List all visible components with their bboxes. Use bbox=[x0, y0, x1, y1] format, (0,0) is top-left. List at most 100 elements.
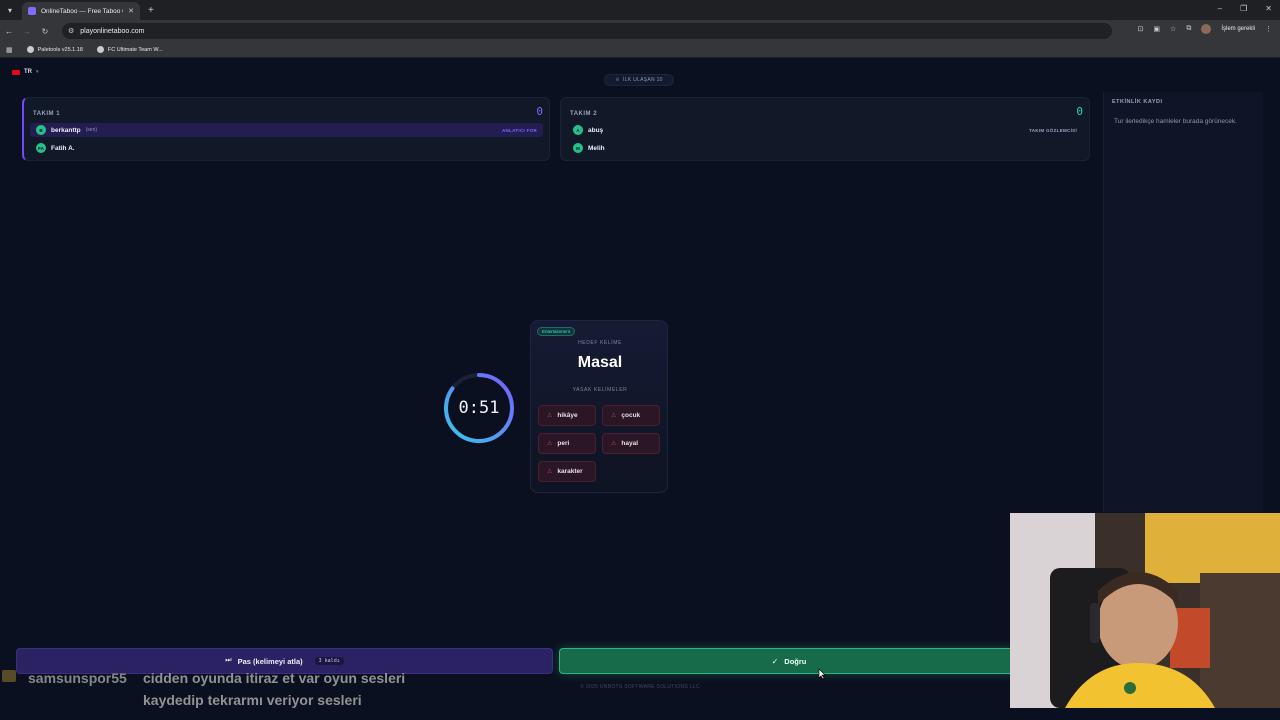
player-name: berkanttp bbox=[51, 126, 81, 134]
timer-text: 0:51 bbox=[458, 398, 500, 418]
activity-log-empty-text: Tur ilerledikçe hamleler burada görünece… bbox=[1114, 118, 1237, 125]
window-controls: – ❐ ✕ bbox=[1218, 4, 1272, 13]
extensions-icon[interactable]: ⧉ bbox=[1186, 25, 1191, 33]
site-favicon-icon bbox=[28, 7, 36, 15]
player-row: FA Fatih A. bbox=[30, 141, 543, 155]
site-info-icon[interactable]: ⚙ bbox=[68, 27, 74, 35]
forbidden-word-text: hikâye bbox=[557, 412, 578, 419]
forward-icon[interactable]: → bbox=[18, 27, 36, 36]
countdown-timer: 0:51 bbox=[440, 369, 518, 447]
activity-log-title: ETKİNLİK KAYDI bbox=[1112, 99, 1163, 105]
omnibox[interactable]: ⚙ playonlinetaboo.com bbox=[62, 23, 1112, 39]
cast-icon[interactable]: ▣ bbox=[1153, 25, 1160, 33]
trophy-icon: ♕ bbox=[615, 77, 621, 83]
pending-action-label[interactable]: İşlem gerekli bbox=[1221, 26, 1255, 32]
pass-remaining-count: 3 kaldı bbox=[314, 657, 344, 665]
activity-log-panel: ETKİNLİK KAYDI Tur ilerledikçe hamleler … bbox=[1103, 92, 1263, 512]
chat-message-line: cidden oyunda itiraz et var oyun sesleri bbox=[143, 670, 406, 686]
stream-chat-overlay: samsunspor55 cidden oyunda itiraz et var… bbox=[0, 668, 440, 720]
team-score: 0 bbox=[536, 105, 543, 118]
player-role-badge: ANLATICI FOR bbox=[501, 127, 537, 133]
new-tab-icon[interactable]: + bbox=[148, 5, 154, 16]
webcam-feed bbox=[1010, 513, 1280, 708]
warning-icon: ⚠ bbox=[547, 441, 553, 447]
webcam-overlay bbox=[1010, 513, 1280, 708]
forbidden-word: ⚠ çocuk bbox=[602, 405, 660, 426]
team-title: TAKIM 2 bbox=[570, 111, 598, 117]
tab-title: OnlineTaboo — Free Taboo Ga... bbox=[41, 7, 123, 15]
goal-label: İLK ULAŞAN 10 bbox=[623, 77, 663, 83]
back-icon[interactable]: ← bbox=[0, 27, 18, 36]
browser-tab-bar: ▾ OnlineTaboo — Free Taboo Ga... ✕ + – ❐… bbox=[0, 0, 1280, 20]
bookmark-favicon-icon bbox=[96, 46, 104, 53]
avatar: M bbox=[573, 143, 583, 153]
chat-badge-icon bbox=[2, 670, 16, 682]
player-row: B berkanttp (sen) ANLATICI FOR bbox=[30, 123, 543, 137]
language-code: TR bbox=[24, 69, 32, 75]
forbidden-word-text: hayal bbox=[621, 440, 639, 447]
forbidden-word-text: karakter bbox=[557, 468, 583, 475]
apps-grid-icon[interactable]: ▦ bbox=[6, 46, 13, 54]
player-role-badge: TAKIM GÖZLEMCİSİ bbox=[1029, 127, 1077, 133]
pass-button-label: Pas (kelimeyi atla) bbox=[237, 656, 303, 666]
bookmark-label: FC Ultimate Team W... bbox=[107, 46, 163, 53]
bookmark-paletools[interactable]: Paletools v25.1.18 bbox=[26, 46, 83, 53]
team-title: TAKIM 1 bbox=[33, 111, 61, 117]
avatar: B bbox=[36, 125, 46, 135]
restore-icon[interactable]: ❐ bbox=[1240, 4, 1247, 13]
player-name: abuş bbox=[588, 126, 604, 134]
language-selector[interactable]: TR ▾ bbox=[12, 69, 39, 75]
check-icon: ✓ bbox=[771, 656, 779, 666]
avatar: A bbox=[573, 125, 583, 135]
team-2-panel: TAKIM 2 0 A abuş TAKIM GÖZLEMCİSİ M Meli… bbox=[560, 97, 1090, 161]
bookmark-fc-ultimate-team[interactable]: FC Ultimate Team W... bbox=[96, 46, 163, 53]
mouse-cursor-icon bbox=[818, 668, 826, 680]
category-badge: Entertainment bbox=[537, 327, 576, 336]
bookmark-favicon-icon bbox=[26, 46, 34, 53]
toolbar-right: ⊡ ▣ ☆ ⧉ İşlem gerekli ⋮ bbox=[1138, 24, 1272, 34]
skip-icon: ⏭ bbox=[225, 657, 232, 664]
correct-button[interactable]: ✓ Doğru bbox=[559, 648, 1019, 674]
team-score: 0 bbox=[1076, 105, 1083, 118]
team-1-panel: TAKIM 1 0 B berkanttp (sen) ANLATICI FOR… bbox=[22, 97, 550, 161]
taboo-card: Entertainment HEDEF KELİME Masal YASAK K… bbox=[530, 320, 668, 493]
player-name: Fatih A. bbox=[51, 144, 75, 152]
forbidden-word-text: peri bbox=[557, 440, 570, 447]
goal-badge: ♕ İLK ULAŞAN 10 bbox=[604, 74, 674, 86]
player-row: A abuş TAKIM GÖZLEMCİSİ bbox=[567, 123, 1083, 137]
address-bar: ← → ↻ ⚙ playonlinetaboo.com ⊡ ▣ ☆ ⧉ İşle… bbox=[0, 20, 1280, 42]
translate-icon[interactable]: ⊡ bbox=[1138, 25, 1144, 33]
url-text[interactable]: playonlinetaboo.com bbox=[80, 28, 144, 35]
bookmarks-bar: ▦ Paletools v25.1.18 FC Ultimate Team W.… bbox=[0, 42, 1280, 58]
avatar: FA bbox=[36, 143, 46, 153]
warning-icon: ⚠ bbox=[611, 441, 617, 447]
bookmark-label: Paletools v25.1.18 bbox=[37, 46, 83, 53]
warning-icon: ⚠ bbox=[547, 413, 553, 419]
forbidden-words-label: YASAK KELİMELER bbox=[572, 387, 628, 393]
warning-icon: ⚠ bbox=[547, 469, 553, 475]
chevron-down-icon: ▾ bbox=[36, 69, 39, 75]
bookmark-star-icon[interactable]: ☆ bbox=[1170, 25, 1176, 33]
tab-search-icon[interactable]: ▾ bbox=[0, 0, 20, 20]
target-word: Masal bbox=[577, 354, 623, 371]
target-word-label: HEDEF KELİME bbox=[578, 340, 622, 346]
warning-icon: ⚠ bbox=[611, 413, 617, 419]
correct-button-label: Doğru bbox=[784, 656, 807, 666]
turkey-flag-icon bbox=[12, 69, 20, 75]
close-window-icon[interactable]: ✕ bbox=[1265, 4, 1272, 13]
forbidden-word: ⚠ karakter bbox=[538, 461, 596, 482]
chat-message-line: kaydedip tekrarmı veriyor sesleri bbox=[143, 692, 362, 708]
forbidden-word: ⚠ hikâye bbox=[538, 405, 596, 426]
player-name: Melih bbox=[588, 144, 605, 152]
more-menu-icon[interactable]: ⋮ bbox=[1265, 25, 1272, 33]
minimize-icon[interactable]: – bbox=[1218, 4, 1222, 13]
browser-tab[interactable]: OnlineTaboo — Free Taboo Ga... ✕ bbox=[22, 2, 140, 20]
reload-icon[interactable]: ↻ bbox=[36, 27, 54, 36]
chat-username: samsunspor55 bbox=[28, 670, 127, 686]
forbidden-word: ⚠ peri bbox=[538, 433, 596, 454]
forbidden-word: ⚠ hayal bbox=[602, 433, 660, 454]
forbidden-word-text: çocuk bbox=[621, 412, 641, 419]
profile-avatar[interactable] bbox=[1201, 24, 1212, 34]
tab-close-icon[interactable]: ✕ bbox=[128, 7, 134, 15]
player-you-tag: (sen) bbox=[85, 127, 98, 133]
